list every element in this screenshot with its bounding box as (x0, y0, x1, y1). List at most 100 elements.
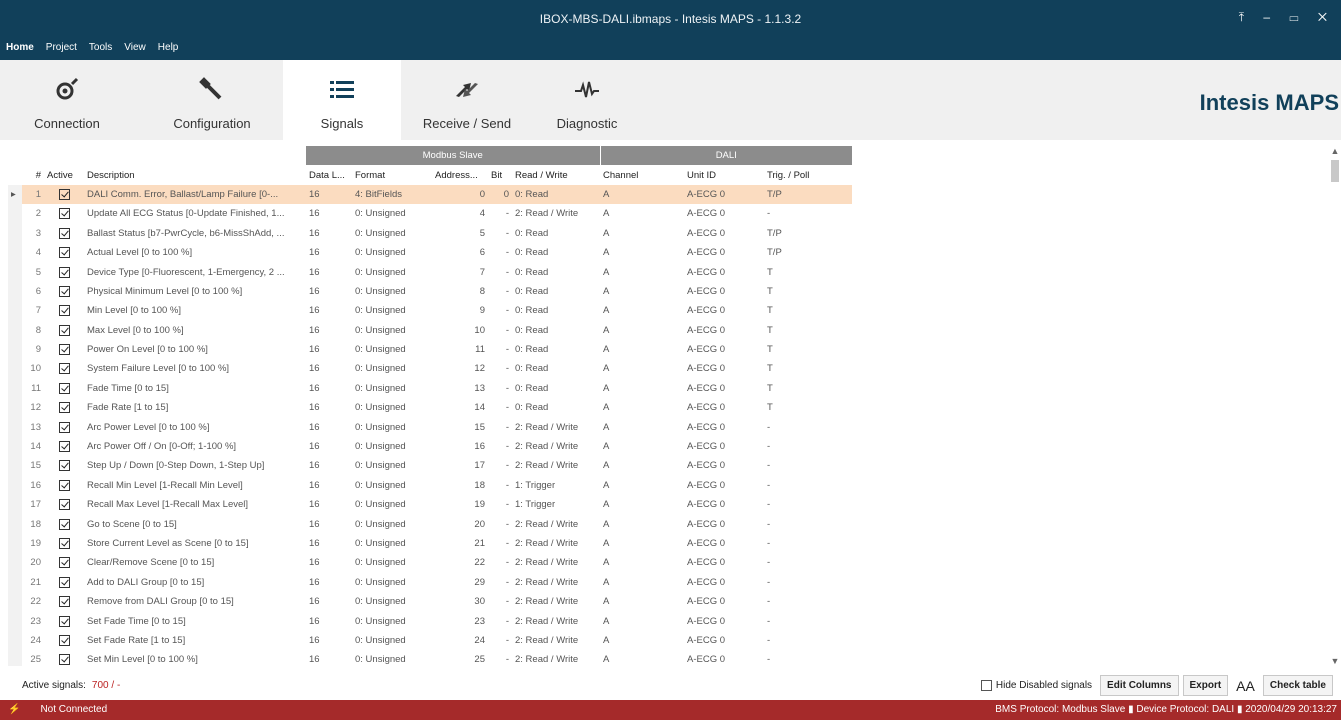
channel-cell[interactable]: A (600, 573, 684, 592)
format-cell[interactable]: 0: Unsigned (352, 495, 432, 514)
column-header[interactable]: Trig. / Poll (764, 165, 852, 185)
bit-cell[interactable]: - (488, 437, 512, 456)
active-checkbox[interactable] (58, 324, 70, 336)
description-cell[interactable]: System Failure Level [0 to 100 %] (84, 359, 306, 378)
trig-poll-cell[interactable]: T (764, 359, 852, 378)
table-row[interactable]: 7 Min Level [0 to 100 %] 16 0: Unsigned 9-0:… (8, 301, 852, 321)
row-indicator[interactable] (8, 223, 22, 243)
row-indicator[interactable] (8, 359, 22, 379)
unit-id-cell[interactable]: A-ECG 0 (684, 301, 764, 320)
unit-id-cell[interactable]: A-ECG 0 (684, 553, 764, 572)
channel-cell[interactable]: A (600, 398, 684, 417)
tab-signals[interactable]: Signals (283, 60, 401, 140)
read-write-cell[interactable]: 2: Read / Write (512, 553, 600, 572)
bit-cell[interactable]: - (488, 650, 512, 666)
address-cell[interactable]: 9 (432, 301, 488, 320)
table-row[interactable]: 15 Step Up / Down [0-Step Down, 1-Step Up… (8, 456, 852, 476)
column-header[interactable]: Unit ID (684, 165, 764, 185)
description-cell[interactable]: Physical Minimum Level [0 to 100 %] (84, 282, 306, 301)
trig-poll-cell[interactable]: - (764, 476, 852, 495)
active-checkbox[interactable] (58, 382, 70, 394)
menu-home[interactable]: Home (0, 38, 40, 58)
description-cell[interactable]: Go to Scene [0 to 15] (84, 514, 306, 533)
read-write-cell[interactable]: 2: Read / Write (512, 573, 600, 592)
channel-cell[interactable]: A (600, 514, 684, 533)
trig-poll-cell[interactable]: - (764, 650, 852, 666)
data-length-cell[interactable]: 16 (306, 321, 352, 340)
table-row[interactable]: 19 Store Current Level as Scene [0 to 15]… (8, 533, 852, 554)
active-checkbox[interactable] (58, 208, 70, 220)
column-header[interactable]: Bit (488, 165, 512, 185)
read-write-cell[interactable]: 2: Read / Write (512, 631, 600, 650)
row-indicator[interactable] (8, 262, 22, 282)
bit-cell[interactable]: - (488, 514, 512, 533)
table-row[interactable]: 18 Go to Scene [0 to 15] 16 0: Unsigned 20-2… (8, 514, 852, 534)
data-length-cell[interactable]: 16 (306, 437, 352, 456)
trig-poll-cell[interactable]: T (764, 398, 852, 417)
description-cell[interactable]: Set Min Level [0 to 100 %] (84, 650, 306, 666)
read-write-cell[interactable]: 0: Read (512, 398, 600, 417)
edit-columns-button[interactable]: Edit Columns (1100, 675, 1179, 696)
address-cell[interactable]: 29 (432, 573, 488, 592)
unit-id-cell[interactable]: A-ECG 0 (684, 379, 764, 398)
data-length-cell[interactable]: 16 (306, 417, 352, 436)
channel-cell[interactable]: A (600, 321, 684, 340)
data-length-cell[interactable]: 16 (306, 456, 352, 475)
description-cell[interactable]: Set Fade Rate [1 to 15] (84, 631, 306, 650)
data-length-cell[interactable]: 16 (306, 514, 352, 533)
data-length-cell[interactable]: 16 (306, 359, 352, 378)
bit-cell[interactable]: - (488, 243, 512, 262)
active-checkbox[interactable] (58, 615, 70, 627)
format-cell[interactable]: 0: Unsigned (352, 650, 432, 666)
address-cell[interactable]: 11 (432, 340, 488, 359)
row-indicator[interactable] (8, 281, 22, 302)
active-checkbox[interactable] (58, 479, 70, 491)
data-length-cell[interactable]: 16 (306, 398, 352, 417)
row-indicator[interactable] (8, 591, 22, 612)
format-cell[interactable]: 0: Unsigned (352, 553, 432, 572)
unit-id-cell[interactable]: A-ECG 0 (684, 650, 764, 666)
data-length-cell[interactable]: 16 (306, 553, 352, 572)
table-row[interactable]: 22 Remove from DALI Group [0 to 15] 16 0: U… (8, 591, 852, 612)
table-row[interactable]: 5 Device Type [0-Fluorescent, 1-Emergency… (8, 262, 852, 282)
description-cell[interactable]: Actual Level [0 to 100 %] (84, 243, 306, 262)
address-cell[interactable]: 24 (432, 631, 488, 650)
active-checkbox[interactable] (58, 441, 70, 453)
channel-cell[interactable]: A (600, 553, 684, 572)
data-length-cell[interactable]: 16 (306, 282, 352, 301)
format-cell[interactable]: 0: Unsigned (352, 592, 432, 611)
data-length-cell[interactable]: 16 (306, 592, 352, 611)
data-length-cell[interactable]: 16 (306, 534, 352, 553)
column-header[interactable]: Read / Write (512, 165, 600, 185)
address-cell[interactable]: 8 (432, 282, 488, 301)
table-row[interactable]: 24 Set Fade Rate [1 to 15] 16 0: Unsigned 24… (8, 630, 852, 651)
unit-id-cell[interactable]: A-ECG 0 (684, 321, 764, 340)
read-write-cell[interactable]: 0: Read (512, 282, 600, 301)
unit-id-cell[interactable]: A-ECG 0 (684, 340, 764, 359)
channel-cell[interactable]: A (600, 437, 684, 456)
description-cell[interactable]: Remove from DALI Group [0 to 15] (84, 592, 306, 611)
table-row[interactable]: 8 Max Level [0 to 100 %] 16 0: Unsigned 10-0… (8, 320, 852, 340)
active-checkbox[interactable] (58, 344, 70, 356)
channel-cell[interactable]: A (600, 301, 684, 320)
format-cell[interactable]: 0: Unsigned (352, 379, 432, 398)
channel-cell[interactable]: A (600, 184, 684, 205)
unit-id-cell[interactable]: A-ECG 0 (684, 184, 764, 205)
column-header[interactable]: Format (352, 165, 432, 185)
data-length-cell[interactable]: 16 (306, 379, 352, 398)
address-cell[interactable]: 22 (432, 553, 488, 572)
bit-cell[interactable]: - (488, 262, 512, 281)
channel-cell[interactable]: A (600, 611, 684, 630)
bit-cell[interactable]: 0 (488, 184, 512, 205)
description-cell[interactable]: Arc Power Level [0 to 100 %] (84, 417, 306, 436)
active-checkbox[interactable] (58, 518, 70, 530)
read-write-cell[interactable]: 2: Read / Write (512, 456, 600, 475)
active-checkbox[interactable] (58, 285, 70, 297)
menu-tools[interactable]: Tools (83, 38, 118, 58)
description-cell[interactable]: Device Type [0-Fluorescent, 1-Emergency,… (84, 262, 306, 281)
check-table-button[interactable]: Check table (1262, 675, 1333, 696)
bit-cell[interactable]: - (488, 321, 512, 340)
address-cell[interactable]: 4 (432, 204, 488, 223)
data-length-cell[interactable]: 16 (306, 650, 352, 666)
trig-poll-cell[interactable]: T/P (764, 184, 852, 205)
